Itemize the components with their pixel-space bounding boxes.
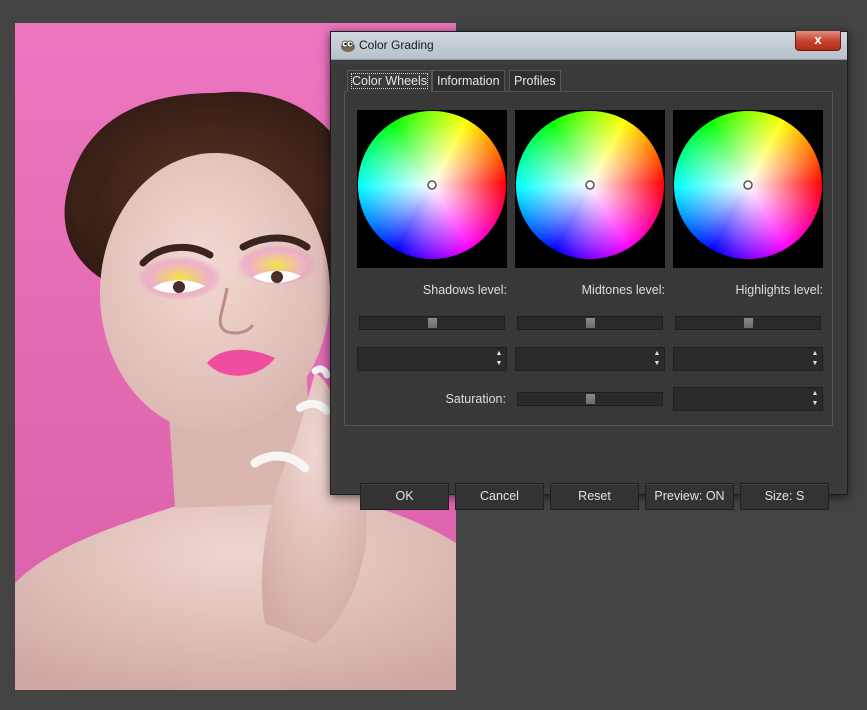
color-grading-dialog: Color Grading x Color Wheels Information… [330, 31, 848, 510]
tab-label: Information [437, 74, 500, 88]
spin-arrows[interactable]: ▲ ▼ [809, 349, 821, 369]
shadows-level-label: Shadows level: [422, 283, 507, 297]
spin-up-icon[interactable]: ▲ [809, 389, 821, 399]
highlights-level-label: Highlights level: [735, 283, 823, 297]
saturation-value-input[interactable] [676, 390, 808, 408]
midtones-value-input[interactable] [518, 350, 650, 368]
saturation-label: Saturation: [445, 392, 506, 406]
highlights-slider[interactable] [675, 316, 821, 330]
spin-arrows[interactable]: ▲ ▼ [493, 349, 505, 369]
tab-information[interactable]: Information [432, 70, 505, 91]
spin-up-icon[interactable]: ▲ [493, 349, 505, 359]
spin-down-icon[interactable]: ▼ [651, 359, 663, 369]
cancel-button[interactable]: Cancel [455, 483, 544, 510]
slider-handle[interactable] [743, 317, 754, 329]
dialog-title: Color Grading [359, 38, 434, 52]
tab-color-wheels[interactable]: Color Wheels [347, 70, 433, 92]
gimp-wilber-icon [341, 40, 355, 52]
spin-arrows[interactable]: ▲ ▼ [809, 389, 821, 409]
size-button[interactable]: Size: S [740, 483, 829, 510]
highlights-value-input[interactable] [676, 350, 808, 368]
midtones-slider[interactable] [517, 316, 663, 330]
slider-handle[interactable] [585, 393, 596, 405]
midtones-level-label: Midtones level: [581, 283, 665, 297]
saturation-slider[interactable] [517, 392, 663, 406]
saturation-spinbox[interactable]: ▲ ▼ [673, 387, 823, 411]
slider-handle[interactable] [585, 317, 596, 329]
close-button[interactable]: x [795, 31, 841, 51]
shadows-color-wheel[interactable] [357, 110, 507, 268]
dialog-client-area: Color Wheels Information Profiles Shadow… [336, 65, 842, 510]
tab-label: Profiles [514, 74, 556, 88]
ok-button[interactable]: OK [360, 483, 449, 510]
spin-arrows[interactable]: ▲ ▼ [651, 349, 663, 369]
shadows-spinbox[interactable]: ▲ ▼ [357, 347, 507, 371]
highlights-color-wheel[interactable] [673, 110, 823, 268]
shadows-value-input[interactable] [360, 350, 492, 368]
preview-toggle-button[interactable]: Preview: ON [645, 483, 734, 510]
tab-label: Color Wheels [350, 73, 429, 89]
dialog-titlebar[interactable]: Color Grading x [331, 31, 847, 60]
spin-down-icon[interactable]: ▼ [809, 399, 821, 409]
midtones-color-wheel[interactable] [515, 110, 665, 268]
color-wheels-panel: Shadows level: Midtones level: Highlight… [344, 91, 833, 426]
spin-up-icon[interactable]: ▲ [651, 349, 663, 359]
reset-button[interactable]: Reset [550, 483, 639, 510]
close-icon: x [814, 32, 822, 47]
spin-down-icon[interactable]: ▼ [493, 359, 505, 369]
highlights-spinbox[interactable]: ▲ ▼ [673, 347, 823, 371]
tab-profiles[interactable]: Profiles [509, 70, 561, 91]
midtones-spinbox[interactable]: ▲ ▼ [515, 347, 665, 371]
shadows-slider[interactable] [359, 316, 505, 330]
spin-down-icon[interactable]: ▼ [809, 359, 821, 369]
spin-up-icon[interactable]: ▲ [809, 349, 821, 359]
slider-handle[interactable] [427, 317, 438, 329]
